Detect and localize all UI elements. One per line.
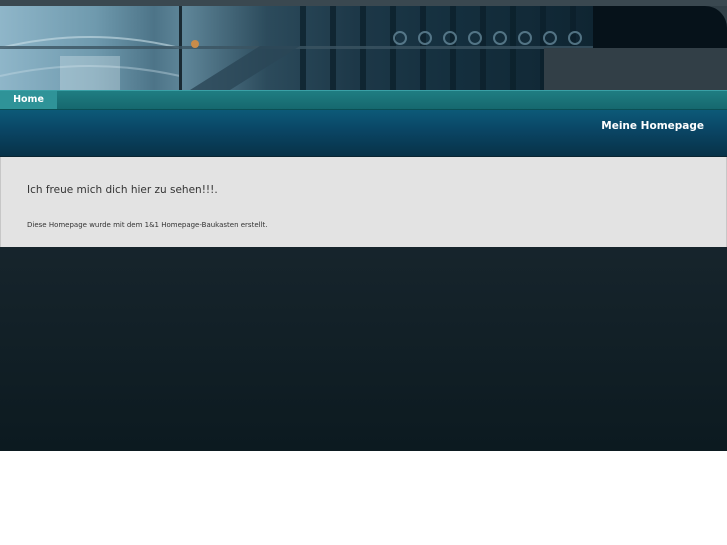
site-title: Meine Homepage (601, 120, 704, 132)
page-background: Home Meine Homepage Ich freue mich dich … (0, 0, 727, 451)
nav-item-home[interactable]: Home (0, 91, 57, 109)
banner-corner (593, 6, 727, 48)
main-nav: Home (0, 90, 727, 110)
builder-note: Diese Homepage wurde mit dem 1&1 Homepag… (27, 221, 268, 229)
header-photo (0, 6, 593, 90)
welcome-text: Ich freue mich dich hier zu sehen!!!. (27, 184, 218, 196)
title-bar: Meine Homepage (0, 110, 727, 157)
content-area: Ich freue mich dich hier zu sehen!!!. Di… (0, 157, 727, 247)
banner-cutout (544, 48, 727, 90)
header-banner (0, 0, 727, 90)
